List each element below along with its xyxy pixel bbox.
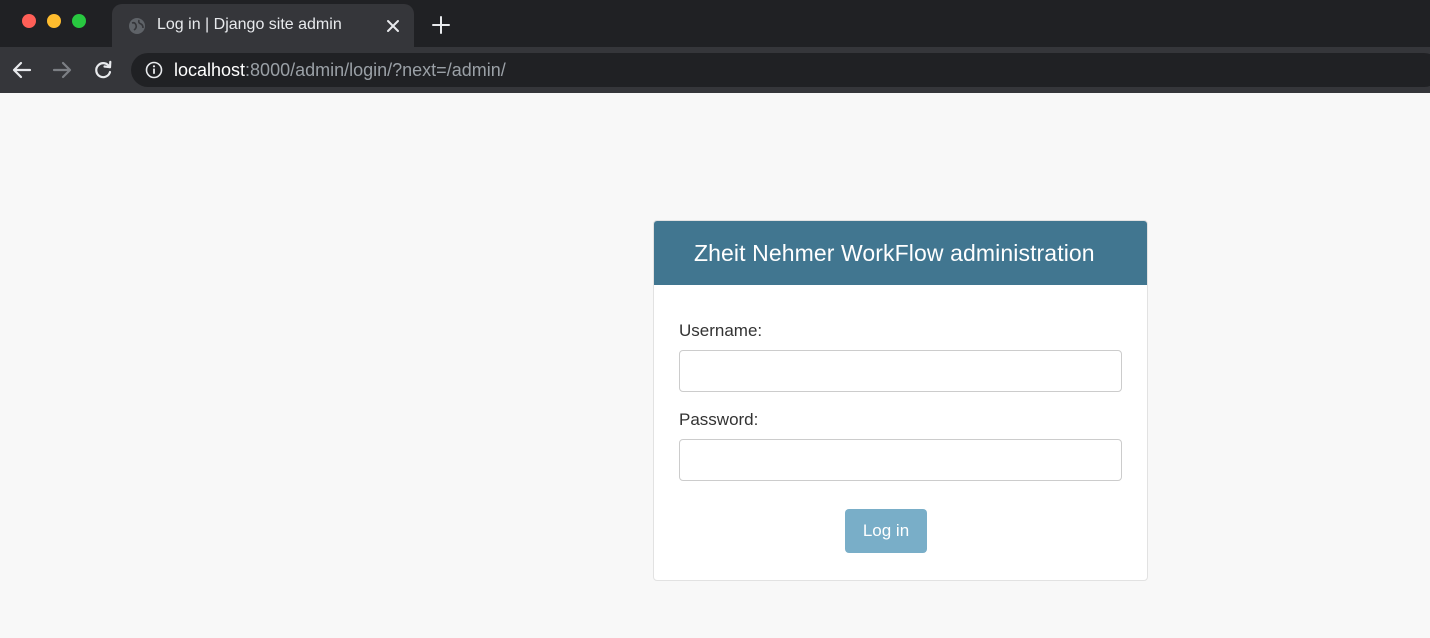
login-panel: Zheit Nehmer WorkFlow administration Use… <box>653 220 1148 581</box>
url-host: localhost <box>174 60 246 80</box>
arrow-left-icon[interactable] <box>11 59 33 81</box>
tab-title: Log in | Django site admin <box>157 16 342 33</box>
arrow-right-icon[interactable] <box>51 59 73 81</box>
username-label: Username: <box>679 321 763 340</box>
browser-tab[interactable]: Log in | Django site admin <box>112 4 414 47</box>
plus-icon[interactable] <box>431 15 451 35</box>
address-bar[interactable]: localhost:8000/admin/login/?next=/admin/ <box>131 53 1430 87</box>
globe-icon <box>128 17 146 35</box>
login-button[interactable]: Log in <box>845 509 927 553</box>
username-input[interactable] <box>679 350 1122 392</box>
url-text: localhost:8000/admin/login/?next=/admin/ <box>174 60 506 81</box>
password-label: Password: <box>679 410 759 429</box>
page-content: Zheit Nehmer WorkFlow administration Use… <box>0 93 1430 638</box>
login-header: Zheit Nehmer WorkFlow administration <box>654 221 1147 285</box>
login-form: Username: Password: Log in <box>654 285 1147 580</box>
url-path: :8000/admin/login/?next=/admin/ <box>245 60 506 80</box>
browser-toolbar: localhost:8000/admin/login/?next=/admin/ <box>0 47 1430 93</box>
info-icon[interactable] <box>145 61 163 79</box>
window-maximize-button[interactable] <box>72 14 86 28</box>
site-title: Zheit Nehmer WorkFlow administration <box>694 240 1095 266</box>
browser-tab-strip: Log in | Django site admin <box>0 0 1430 47</box>
window-close-button[interactable] <box>22 14 36 28</box>
close-icon[interactable] <box>384 17 402 35</box>
window-minimize-button[interactable] <box>47 14 61 28</box>
reload-icon[interactable] <box>92 59 114 81</box>
password-input[interactable] <box>679 439 1122 481</box>
